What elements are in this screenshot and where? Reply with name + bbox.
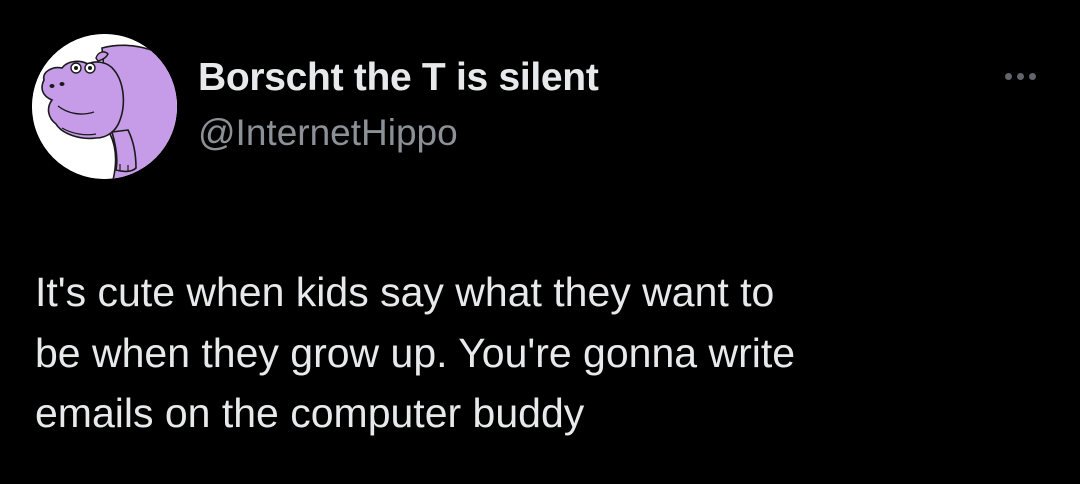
tweet-text-line: be when they grow up. You're gonna write xyxy=(35,329,796,376)
more-dot xyxy=(1028,72,1036,80)
more-dot xyxy=(1004,72,1012,80)
tweet-text-line: It's cute when kids say what they want t… xyxy=(35,269,775,315)
tweet-text: It's cute when kids say what they want t… xyxy=(35,262,1045,444)
hippo-avatar-icon xyxy=(32,34,177,179)
more-options-icon[interactable] xyxy=(996,62,1044,90)
tweet-card: Borscht the T is silent @InternetHippo I… xyxy=(0,0,1080,484)
avatar[interactable] xyxy=(32,34,177,179)
author-display-name[interactable]: Borscht the T is silent xyxy=(198,55,599,101)
tweet-text-line: emails on the computer buddy xyxy=(35,390,585,436)
more-dot xyxy=(1016,72,1024,80)
author-handle[interactable]: @InternetHippo xyxy=(198,111,458,155)
